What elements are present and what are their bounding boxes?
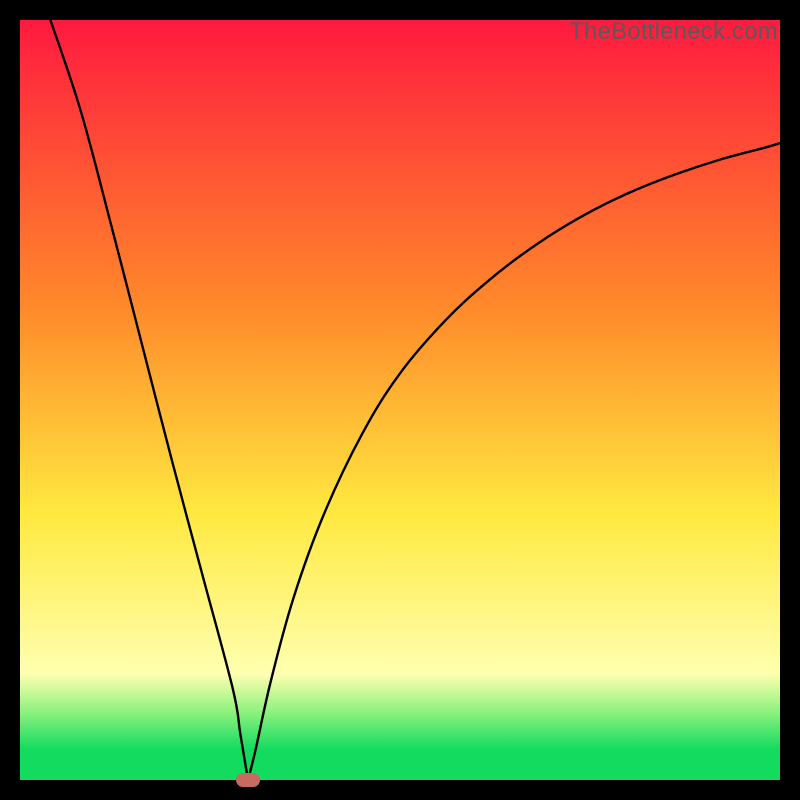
chart-frame: TheBottleneck.com [20, 20, 780, 780]
watermark-label: TheBottleneck.com [569, 18, 778, 46]
gradient-background [20, 20, 780, 780]
